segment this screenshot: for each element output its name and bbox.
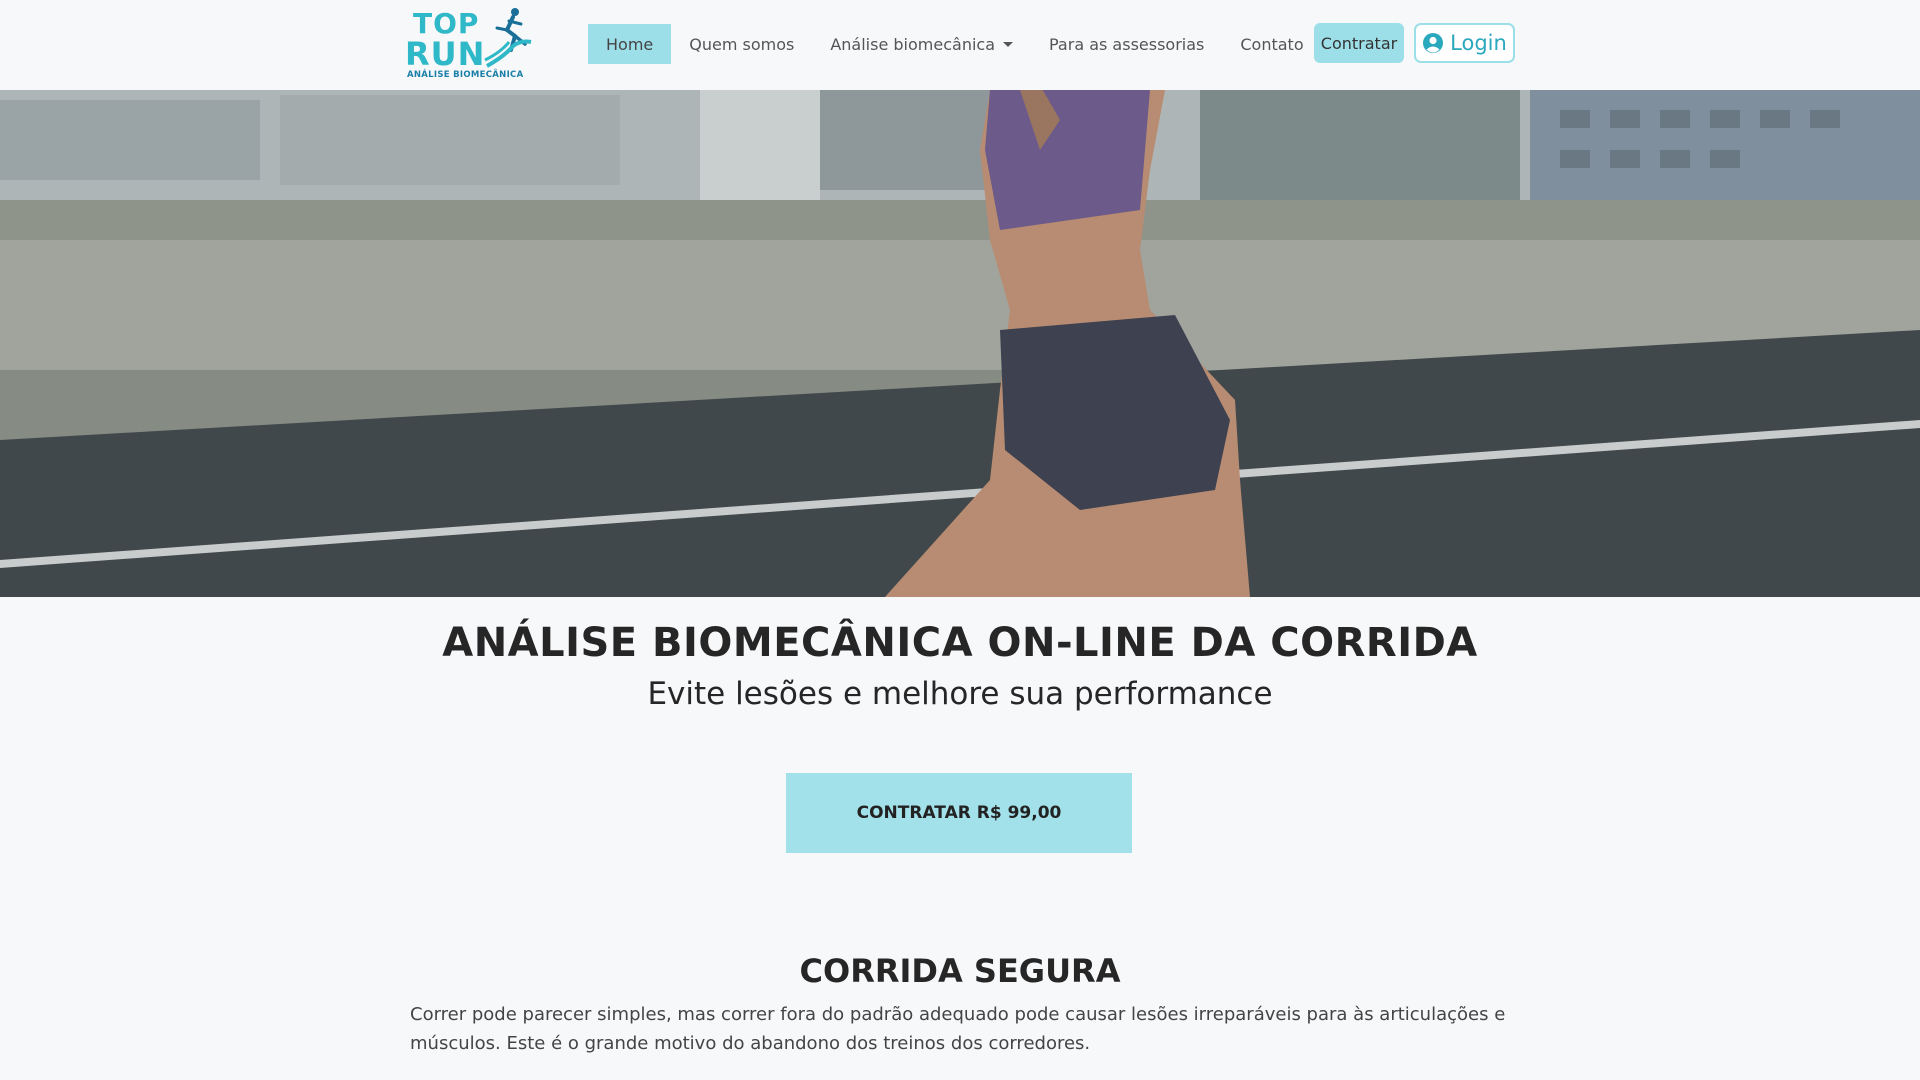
nav-assessorias[interactable]: Para as assessorias — [1031, 24, 1222, 64]
section-paragraph: Correr pode parecer simples, mas correr … — [410, 1004, 1506, 1054]
nav-quem-somos-label: Quem somos — [689, 34, 795, 54]
logo-text-run: RUN — [405, 35, 486, 73]
contratar-button[interactable]: Contratar — [1314, 23, 1404, 63]
nav-home[interactable]: Home — [588, 24, 672, 64]
contratar-price-button[interactable]: CONTRATAR R$ 99,00 — [786, 773, 1132, 853]
logo-subtitle: ANÁLISE BIOMECÂNICA — [407, 70, 524, 80]
nav-quem-somos[interactable]: Quem somos — [671, 24, 812, 64]
caret-down-icon — [1003, 41, 1013, 47]
hero-image — [0, 90, 1920, 597]
brand-logo[interactable]: TOP RUN ANÁLISE BIOMECÂNICA — [403, 4, 532, 84]
page-subheadline: Evite lesões e melhore sua performance — [647, 676, 1273, 712]
main-nav: Home Quem somos Análise biomecânica Para… — [588, 24, 1322, 64]
runner-logo-icon — [484, 8, 532, 68]
page-headline: ANÁLISE BIOMECÂNICA ON-LINE DA CORRIDA — [442, 620, 1478, 666]
login-button[interactable]: Login — [1414, 23, 1515, 63]
cta-label: CONTRATAR R$ 99,00 — [856, 803, 1062, 823]
nav-analise-dropdown[interactable]: Análise biomecânica — [812, 24, 1031, 64]
runner-photo — [0, 90, 1920, 597]
nav-contato[interactable]: Contato — [1222, 24, 1321, 64]
nav-home-label: Home — [606, 34, 654, 54]
user-circle-icon — [1423, 33, 1444, 53]
nav-contato-label: Contato — [1240, 34, 1304, 54]
section-title: CORRIDA SEGURA — [799, 952, 1121, 990]
nav-analise-label: Análise biomecânica — [830, 34, 995, 54]
nav-assessorias-label: Para as assessorias — [1049, 34, 1205, 54]
contratar-button-label: Contratar — [1320, 33, 1398, 53]
navbar: TOP RUN ANÁLISE BIOMECÂNICA Home Quem so… — [0, 0, 1920, 90]
login-button-label: Login — [1450, 31, 1507, 55]
logo-text-top: TOP — [413, 7, 480, 40]
